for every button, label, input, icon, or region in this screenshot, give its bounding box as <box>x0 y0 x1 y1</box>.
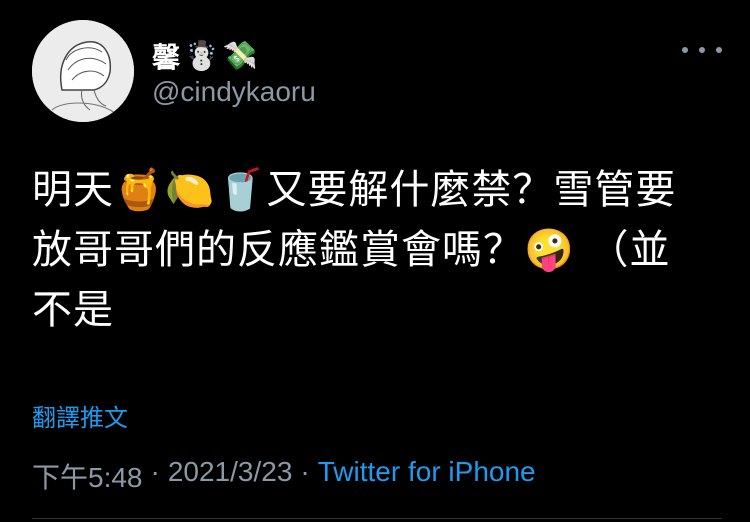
divider <box>32 518 722 519</box>
avatar[interactable] <box>32 20 134 122</box>
meta-separator: · <box>300 456 310 487</box>
meta-separator: · <box>150 456 160 487</box>
avatar-sketch-icon <box>32 20 134 122</box>
dot <box>716 47 722 53</box>
dot <box>699 47 705 53</box>
translate-tweet-link[interactable]: 翻譯推文 <box>32 398 128 433</box>
tweet-meta: 下午5:48 · 2021/3/23 · Twitter for iPhone <box>32 456 536 496</box>
more-options-icon[interactable] <box>682 42 722 58</box>
tweet-line-1: 明天🍯🍋🥤又要解什麼禁？雪管要 <box>32 167 677 213</box>
tweet-line-3: 不是 <box>32 287 114 333</box>
name-row: 馨 ☃️ 💸 <box>152 36 258 76</box>
tweet-text: 明天🍯🍋🥤又要解什麼禁？雪管要 放哥哥們的反應鑑賞會嗎？🤪 （並 不是 <box>32 160 722 340</box>
money-wings-emoji-icon: 💸 <box>222 39 258 72</box>
user-handle[interactable]: @cindykaoru <box>152 76 316 108</box>
tweet-source-link[interactable]: Twitter for iPhone <box>318 456 536 496</box>
snowman-emoji-icon: ☃️ <box>184 39 219 72</box>
tweet-header: 馨 ☃️ 💸 @cindykaoru <box>32 20 722 124</box>
tweet-date[interactable]: 2021/3/23 <box>168 456 293 496</box>
tweet-line-2: 放哥哥們的反應鑑賞會嗎？🤪 （並 <box>32 227 671 273</box>
display-name[interactable]: 馨 <box>152 36 180 76</box>
dot <box>682 47 688 53</box>
tweet-time[interactable]: 下午5:48 <box>32 456 143 496</box>
